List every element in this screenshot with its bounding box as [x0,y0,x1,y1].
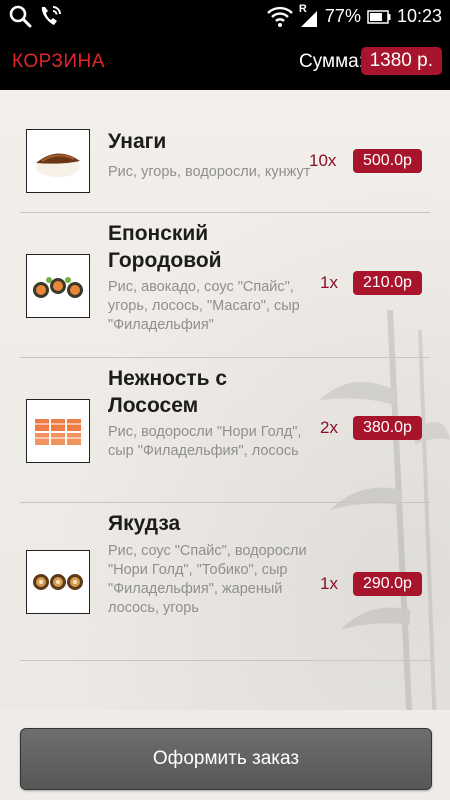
product-name: Епонский Городовой [108,222,222,272]
price-badge: 500.0р [353,149,422,173]
product-image [26,129,90,193]
sum-badge: 1380 р. [360,47,442,75]
price-badge: 290.0р [353,572,422,596]
search-icon [8,4,32,28]
product-image [26,399,90,463]
wifi-icon [267,6,293,28]
footer: Оформить заказ [0,710,450,800]
app-header: КОРЗИНА Сумма: 1380 р. [0,33,450,90]
quantity: 10x [309,151,337,170]
roaming-indicator: R [298,2,307,15]
product-description: Рис, авокадо, соус "Спайс", угорь, лосос… [108,279,300,333]
page-title: КОРЗИНА [12,51,105,72]
cart-item[interactable]: Нежность с Лососем Рис, водоросли "Нори … [20,357,430,503]
cart-item[interactable]: Унаги Рис, угорь, водоросли, кунжут 10x … [20,110,430,213]
cart-item[interactable]: Епонский Городовой Рис, авокадо, соус "С… [20,212,430,358]
product-name: Якудза [108,512,181,535]
price-badge: 380.0р [353,416,422,440]
battery-icon [367,9,391,24]
checkout-button[interactable]: Оформить заказ [20,728,432,790]
quantity: 1x [320,574,338,593]
product-image [26,550,90,614]
cart-item[interactable]: Якудза Рис, соус "Спайс", водоросли "Нор… [20,502,430,661]
price-badge: 210.0р [353,271,422,295]
product-name: Нежность с Лососем [108,367,228,417]
quantity: 1x [320,273,338,292]
clock: 10:23 [396,6,442,26]
quantity: 2x [320,418,338,437]
product-description: Рис, угорь, водоросли, кунжут [108,164,311,180]
sum-label: Сумма: [299,51,364,72]
status-bar: R 77% 10:23 [0,0,450,33]
cart-list[interactable]: Унаги Рис, угорь, водоросли, кунжут 10x … [0,90,450,710]
phone-wifi-call-icon [38,4,64,28]
product-description: Рис, соус "Спайс", водоросли "Нори Голд"… [108,543,307,616]
battery-percent: 77% [324,6,361,26]
product-image [26,254,90,318]
product-name: Унаги [108,130,167,153]
product-description: Рис, водоросли "Нори Голд", сыр "Филадел… [108,424,302,459]
cell-signal-icon: R [298,2,319,28]
